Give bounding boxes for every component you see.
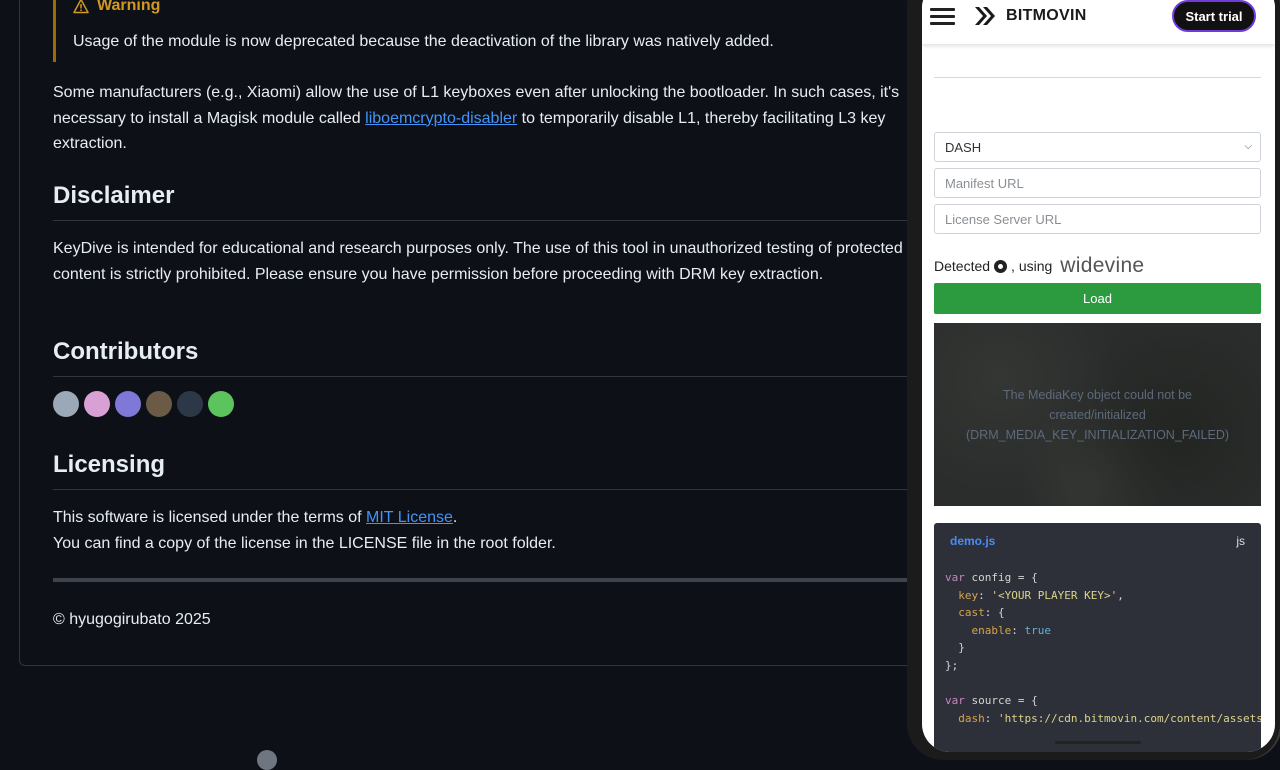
- licensing-heading: Licensing: [53, 451, 923, 490]
- contributor-avatar[interactable]: [208, 391, 234, 417]
- code-language-label: js: [1236, 534, 1245, 548]
- contributor-avatar[interactable]: [177, 391, 203, 417]
- contributor-avatar[interactable]: [84, 391, 110, 417]
- warning-title: Warning: [73, 0, 160, 15]
- disclaimer-heading: Disclaimer: [53, 182, 923, 221]
- home-indicator: [1055, 741, 1141, 744]
- alert-icon: [73, 0, 89, 14]
- manifest-url-input[interactable]: Manifest URL: [934, 168, 1261, 198]
- hamburger-menu-icon[interactable]: [930, 8, 955, 25]
- mit-license-link[interactable]: MIT License: [366, 509, 453, 526]
- licensing-text: This software is licensed under the term…: [53, 509, 556, 552]
- footer-copyright: © hyugogirubato 2025: [53, 611, 211, 628]
- warning-text: Usage of the module is now deprecated be…: [73, 33, 774, 50]
- code-snippet: demo.js js var config = { key: '<YOUR PL…: [934, 523, 1261, 752]
- code-header: demo.js js: [934, 523, 1261, 561]
- video-player[interactable]: The MediaKey object could not be created…: [934, 323, 1261, 506]
- drm-detected-label: Detected , using widevine: [934, 254, 1145, 277]
- chevron-down-icon: ⌵: [1244, 141, 1252, 152]
- bottom-avatar: [257, 750, 277, 770]
- magisk-paragraph: Some manufacturers (e.g., Xiaomi) allow …: [53, 84, 900, 152]
- widevine-logo: widevine: [1060, 254, 1145, 277]
- start-trial-button[interactable]: Start trial: [1172, 0, 1256, 32]
- contributor-avatar[interactable]: [115, 391, 141, 417]
- phone-screen: BITMOVIN Start trial DASH ⌵ Manifest URL…: [922, 0, 1275, 752]
- code-file-tab[interactable]: demo.js: [950, 534, 995, 548]
- divider-line: [934, 77, 1261, 78]
- bitmovin-logo-icon: [975, 7, 995, 25]
- player-error-message: The MediaKey object could not be created…: [965, 387, 1230, 442]
- stream-type-select[interactable]: DASH ⌵: [934, 132, 1261, 162]
- disclaimer-text: KeyDive is intended for educational and …: [53, 240, 903, 283]
- bitmovin-logo[interactable]: BITMOVIN: [974, 5, 1087, 27]
- chrome-icon: [994, 259, 1008, 273]
- load-button[interactable]: Load: [934, 283, 1261, 314]
- license-server-url-input[interactable]: License Server URL: [934, 204, 1261, 234]
- contributor-avatar[interactable]: [146, 391, 172, 417]
- contributor-avatar[interactable]: [53, 391, 79, 417]
- warning-bar: [53, 0, 56, 62]
- code-body: var config = { key: '<YOUR PLAYER KEY>',…: [945, 571, 1261, 725]
- top-navbar: BITMOVIN Start trial: [922, 0, 1275, 44]
- contributors-heading: Contributors: [53, 338, 923, 377]
- contributors-list: [53, 391, 234, 417]
- footer-divider: [53, 578, 923, 582]
- liboemcrypto-link[interactable]: liboemcrypto-disabler: [365, 110, 517, 127]
